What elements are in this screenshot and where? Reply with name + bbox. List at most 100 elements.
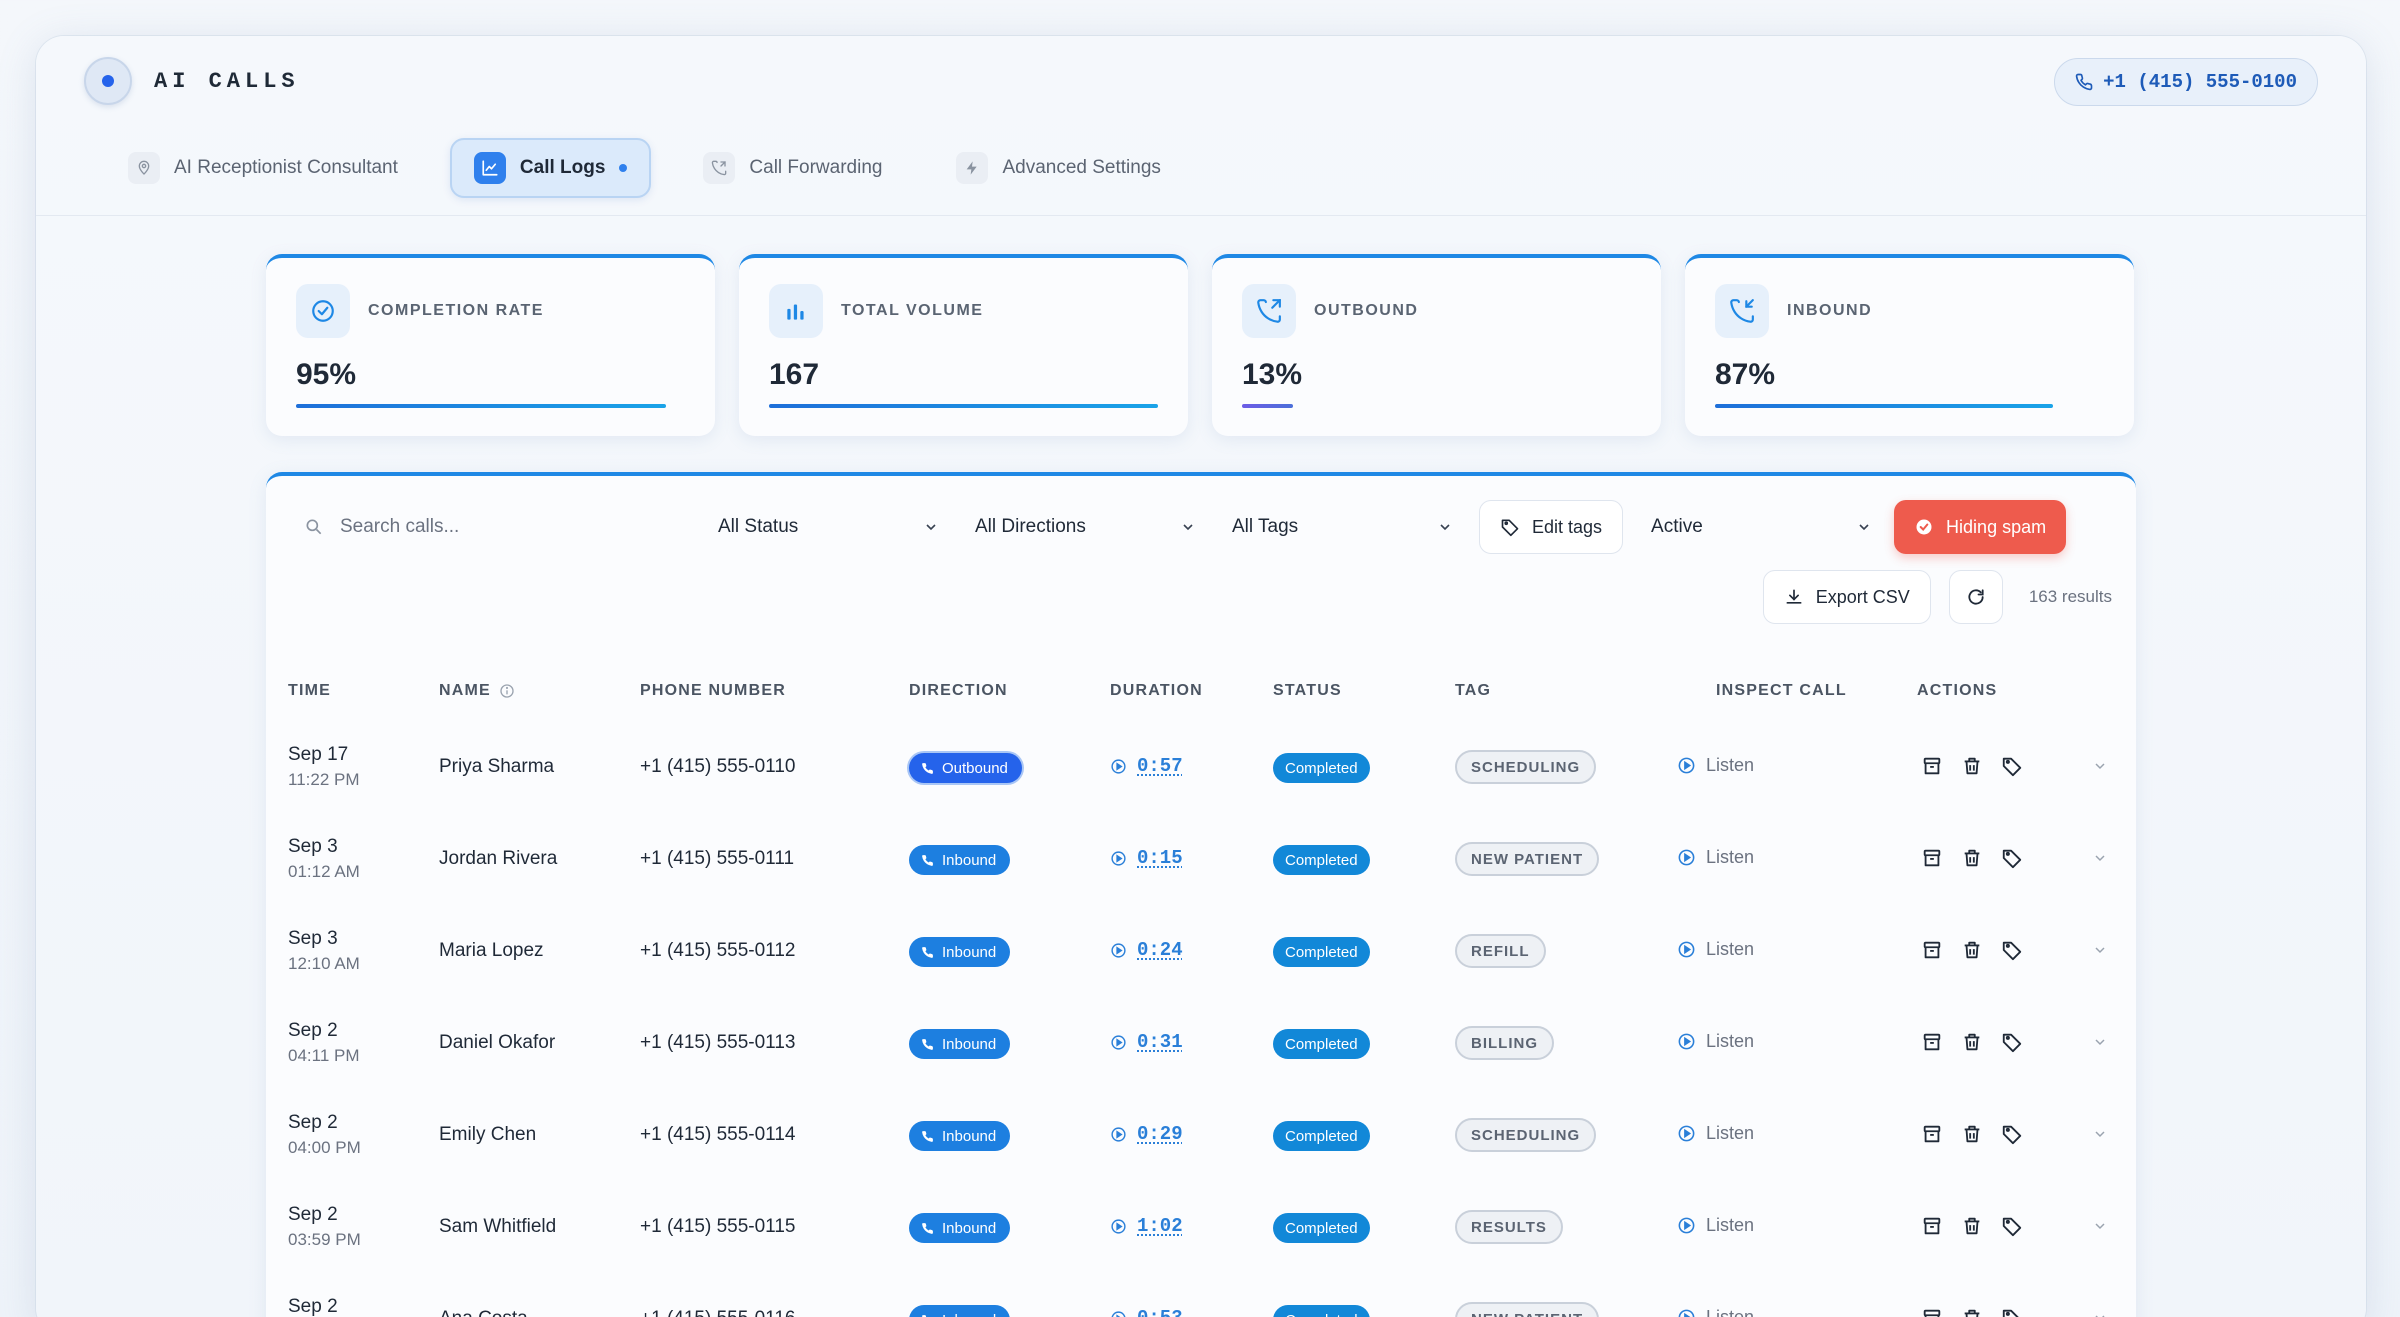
archive-icon[interactable] bbox=[1921, 1215, 1943, 1237]
listen-button[interactable]: Listen bbox=[1677, 1123, 1754, 1144]
cell-status: Completed bbox=[1273, 1213, 1370, 1243]
trash-icon[interactable] bbox=[1961, 755, 1983, 777]
table-row[interactable]: Sep 3 01:12 AM Jordan Rivera +1 (415) 55… bbox=[266, 814, 2136, 906]
listen-button[interactable]: Listen bbox=[1677, 1307, 1754, 1317]
table-row[interactable]: Sep 2 04:11 PM Daniel Okafor +1 (415) 55… bbox=[266, 998, 2136, 1090]
tab-call-logs[interactable]: Call Logs bbox=[449, 138, 652, 198]
table-row[interactable]: Sep 17 11:22 PM Priya Sharma +1 (415) 55… bbox=[266, 722, 2136, 814]
tag-badge[interactable]: REFILL bbox=[1455, 934, 1546, 968]
table-row[interactable]: Sep 3 12:10 AM Maria Lopez +1 (415) 555-… bbox=[266, 906, 2136, 998]
duration-value[interactable]: 0:53 bbox=[1137, 1307, 1183, 1317]
table-row[interactable]: Sep 2 Ana Costa +1 (415) 555-0116 Inboun… bbox=[266, 1274, 2136, 1317]
trash-icon[interactable] bbox=[1961, 847, 1983, 869]
tag-badge[interactable]: SCHEDULING bbox=[1455, 750, 1597, 784]
column-header-duration[interactable]: DURATION bbox=[1110, 682, 1203, 700]
tag-icon[interactable] bbox=[2001, 1123, 2023, 1145]
cell-duration[interactable]: 0:15 bbox=[1110, 847, 1183, 869]
tag-icon[interactable] bbox=[2001, 1031, 2023, 1053]
archive-icon[interactable] bbox=[1921, 755, 1943, 777]
listen-button[interactable]: Listen bbox=[1677, 755, 1754, 776]
stat-value: 95% bbox=[296, 358, 357, 391]
expand-row-button[interactable] bbox=[2092, 850, 2108, 871]
duration-value[interactable]: 0:31 bbox=[1137, 1031, 1183, 1053]
status-badge: Completed bbox=[1273, 1029, 1370, 1059]
archive-icon[interactable] bbox=[1921, 1031, 1943, 1053]
cell-duration[interactable]: 0:24 bbox=[1110, 939, 1183, 961]
trash-icon[interactable] bbox=[1961, 1215, 1983, 1237]
tab-ai-receptionist[interactable]: AI Receptionist Consultant bbox=[106, 138, 420, 198]
direction-badge: Inbound bbox=[909, 845, 1011, 875]
tag-icon[interactable] bbox=[2001, 1215, 2023, 1237]
trash-icon[interactable] bbox=[1961, 1307, 1983, 1317]
tag-icon[interactable] bbox=[2001, 1307, 2023, 1317]
cell-duration[interactable]: 1:02 bbox=[1110, 1215, 1183, 1237]
edit-tags-button[interactable]: Edit tags bbox=[1479, 500, 1624, 554]
duration-value[interactable]: 0:57 bbox=[1137, 755, 1183, 777]
duration-value[interactable]: 0:15 bbox=[1137, 847, 1183, 869]
play-circle-icon bbox=[1110, 1218, 1127, 1235]
stat-progress-bar bbox=[769, 404, 1158, 408]
column-header-status[interactable]: STATUS bbox=[1273, 682, 1342, 700]
expand-row-button[interactable] bbox=[2092, 1034, 2108, 1055]
column-header-time[interactable]: TIME bbox=[288, 682, 331, 700]
column-header-inspect: INSPECT CALL bbox=[1716, 682, 1847, 699]
tab-call-forwarding[interactable]: Call Forwarding bbox=[681, 138, 904, 198]
stat-label: TOTAL VOLUME bbox=[841, 302, 984, 319]
expand-row-button[interactable] bbox=[2092, 1218, 2108, 1239]
column-header-direction[interactable]: DIRECTION bbox=[909, 682, 1008, 700]
cell-duration[interactable]: 0:29 bbox=[1110, 1123, 1183, 1145]
status-filter-select[interactable]: All Status bbox=[698, 501, 955, 553]
tag-badge[interactable]: RESULTS bbox=[1455, 1210, 1563, 1244]
hiding-spam-button[interactable]: Hiding spam bbox=[1894, 500, 2067, 554]
duration-value[interactable]: 0:24 bbox=[1137, 939, 1183, 961]
column-header-phone[interactable]: PHONE NUMBER bbox=[640, 682, 786, 700]
expand-row-button[interactable] bbox=[2092, 1310, 2108, 1317]
tags-filter-select[interactable]: All Tags bbox=[1212, 501, 1469, 553]
state-filter-select[interactable]: Active bbox=[1631, 501, 1888, 553]
export-csv-button[interactable]: Export CSV bbox=[1762, 570, 1931, 624]
tag-badge[interactable]: BILLING bbox=[1455, 1026, 1554, 1060]
tag-icon[interactable] bbox=[2001, 939, 2023, 961]
cell-duration[interactable]: 0:53 bbox=[1110, 1307, 1183, 1317]
archive-icon[interactable] bbox=[1921, 1307, 1943, 1317]
table-row[interactable]: Sep 2 04:00 PM Emily Chen +1 (415) 555-0… bbox=[266, 1090, 2136, 1182]
column-header-name[interactable]: NAME bbox=[439, 682, 515, 700]
tag-badge[interactable]: SCHEDULING bbox=[1455, 1118, 1597, 1152]
chevron-down-icon bbox=[1180, 519, 1196, 535]
refresh-button[interactable] bbox=[1948, 570, 2003, 624]
column-header-tag[interactable]: TAG bbox=[1455, 682, 1491, 700]
tag-icon[interactable] bbox=[2001, 755, 2023, 777]
direction-label: Inbound bbox=[942, 1312, 996, 1317]
tag-icon[interactable] bbox=[2001, 847, 2023, 869]
trash-icon[interactable] bbox=[1961, 1031, 1983, 1053]
expand-row-button[interactable] bbox=[2092, 942, 2108, 963]
search-box[interactable]: Search calls... bbox=[288, 501, 698, 553]
listen-button[interactable]: Listen bbox=[1677, 847, 1754, 868]
info-icon[interactable] bbox=[499, 683, 515, 699]
table-row[interactable]: Sep 2 03:59 PM Sam Whitfield +1 (415) 55… bbox=[266, 1182, 2136, 1274]
expand-row-button[interactable] bbox=[2092, 758, 2108, 779]
duration-value[interactable]: 0:29 bbox=[1137, 1123, 1183, 1145]
listen-button[interactable]: Listen bbox=[1677, 939, 1754, 960]
direction-filter-select[interactable]: All Directions bbox=[955, 501, 1212, 553]
archive-icon[interactable] bbox=[1921, 1123, 1943, 1145]
stat-label: OUTBOUND bbox=[1314, 302, 1419, 319]
trash-icon[interactable] bbox=[1961, 1123, 1983, 1145]
tab-advanced-settings[interactable]: Advanced Settings bbox=[934, 138, 1182, 198]
listen-button[interactable]: Listen bbox=[1677, 1031, 1754, 1052]
trash-icon[interactable] bbox=[1961, 939, 1983, 961]
phone-number-button[interactable]: +1 (415) 555-0100 bbox=[2054, 58, 2318, 106]
expand-row-button[interactable] bbox=[2092, 1126, 2108, 1147]
archive-icon[interactable] bbox=[1921, 847, 1943, 869]
listen-button[interactable]: Listen bbox=[1677, 1215, 1754, 1236]
tag-badge[interactable]: NEW PATIENT bbox=[1455, 1302, 1600, 1317]
brand-logo-icon bbox=[84, 57, 132, 105]
archive-icon[interactable] bbox=[1921, 939, 1943, 961]
phone-icon bbox=[921, 1130, 934, 1143]
tag-badge[interactable]: NEW PATIENT bbox=[1455, 842, 1600, 876]
duration-value[interactable]: 1:02 bbox=[1137, 1215, 1183, 1237]
caller-name: Daniel Okafor bbox=[439, 1032, 556, 1053]
search-input[interactable]: Search calls... bbox=[340, 516, 459, 538]
cell-duration[interactable]: 0:57 bbox=[1110, 755, 1183, 777]
cell-duration[interactable]: 0:31 bbox=[1110, 1031, 1183, 1053]
